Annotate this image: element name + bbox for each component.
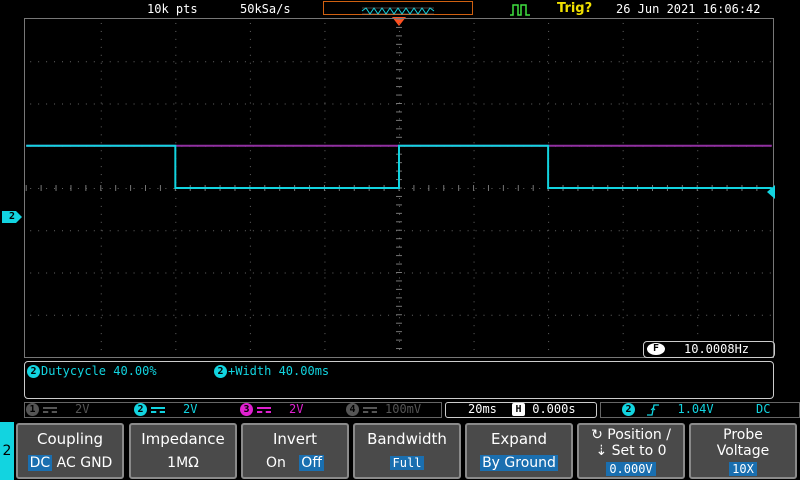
waveform-traces [26, 144, 772, 189]
ch4-scale[interactable]: 4 100mV [346, 402, 421, 416]
timebase-scale: 20ms [468, 402, 497, 416]
frequency-label: F [647, 343, 665, 355]
dc-coupling-icon [363, 406, 377, 413]
coupling-button[interactable]: Coupling DC AC GND [16, 423, 124, 479]
waveform-display [24, 18, 774, 358]
status-bar: 10k pts 50kSa/s Trig? 26 Jun 2021 16:06:… [0, 0, 800, 26]
overview-wave-icon [361, 7, 435, 15]
memory-overview-bar [323, 1, 473, 15]
coupling-gnd: GND [80, 455, 113, 471]
dc-coupling-icon [257, 406, 271, 413]
ch2-scale[interactable]: 2 2V [134, 402, 197, 416]
measurement-channel-badge: 2 [214, 365, 227, 378]
ch3-scale[interactable]: 3 2V [240, 402, 303, 416]
trigger-level-marker[interactable] [767, 185, 775, 199]
trigger-status: Trig? [557, 1, 593, 16]
trigger-edge-icon [510, 4, 530, 16]
probe-button[interactable]: Probe Voltage 10X [689, 423, 797, 479]
rotate-knob-icon: ↻ [591, 427, 603, 443]
position-button[interactable]: ↻ Position / ⇣ Set to 0 0.000V [577, 423, 685, 479]
coupling-ac: AC [56, 455, 76, 471]
dc-coupling-icon [43, 406, 57, 413]
push-knob-icon: ⇣ [595, 443, 608, 459]
sample-rate: 50kSa/s [240, 2, 291, 16]
menu-channel-tab: 2 [0, 422, 14, 480]
trigger-info: 2 1.04V [622, 402, 714, 416]
h-icon: H [512, 403, 525, 416]
record-length: 10k pts [147, 2, 198, 16]
horizontal-delay: H 0.000s [512, 402, 576, 416]
measurement-channel-badge: 2 [27, 365, 40, 378]
invert-button[interactable]: Invert On Off [241, 423, 349, 479]
measurement-dutycycle: 2 Dutycycle 40.00% [27, 364, 157, 378]
rising-edge-icon [647, 403, 660, 416]
date-time: 26 Jun 2021 16:06:42 [616, 2, 761, 16]
invert-on: On [266, 455, 286, 471]
channel-menu: 2 Coupling DC AC GND Impedance 1MΩ Inver… [0, 422, 800, 480]
ch2-trace [26, 144, 772, 189]
channel-status-row: 1 2V 2 2V 3 2V 4 100mV 20ms H 0.000s 2 1.04V… [24, 401, 800, 419]
impedance-button[interactable]: Impedance 1MΩ [129, 423, 237, 479]
ch1-scale[interactable]: 1 2V [26, 402, 89, 416]
trigger-coupling: DC [756, 402, 771, 416]
measurement-pos-width: 2 +Width 40.00ms [214, 364, 329, 378]
dc-coupling-icon [151, 406, 165, 413]
frequency-counter: F 10.0008Hz [643, 341, 775, 358]
invert-off: Off [299, 455, 324, 471]
ch2-ground-marker[interactable]: 2 [2, 211, 22, 223]
bandwidth-button[interactable]: Bandwidth Full [353, 423, 461, 479]
coupling-dc: DC [27, 455, 53, 471]
frequency-value: 10.0008Hz [684, 342, 750, 356]
measurement-panel[interactable]: 2 Dutycycle 40.00% 2 +Width 40.00ms [24, 361, 774, 399]
expand-button[interactable]: Expand By Ground [465, 423, 573, 479]
